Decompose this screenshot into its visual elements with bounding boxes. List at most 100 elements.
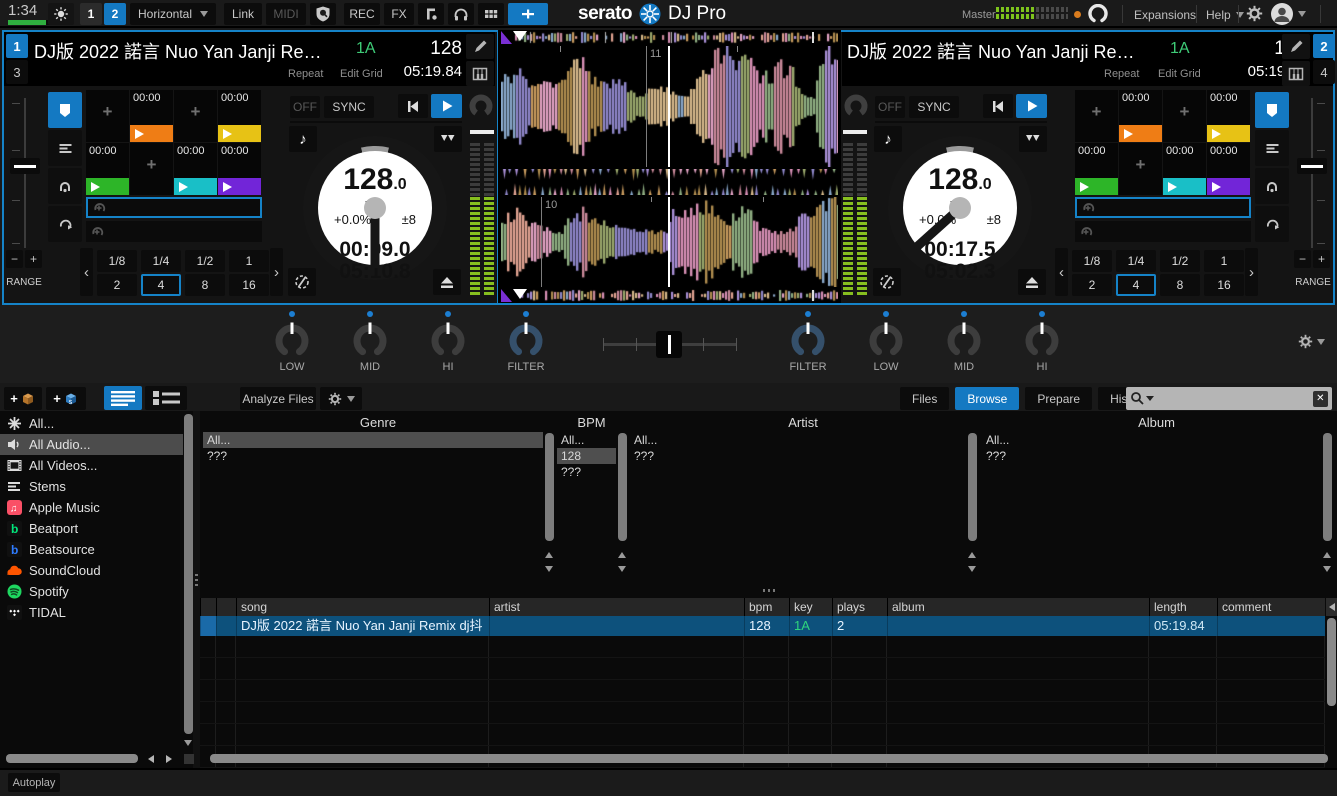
loop-size-8[interactable]: 8 [185,274,225,296]
browse-item[interactable]: All... [203,432,543,448]
browse-item[interactable]: 128 [557,448,616,464]
deck-2-keylock-button[interactable]: ♪ [874,126,902,152]
limiter-button[interactable] [1088,4,1108,29]
sidebar-splitter[interactable] [193,411,200,768]
fx-button[interactable]: FX [384,3,414,25]
loop-size-4[interactable]: 4 [1116,274,1156,296]
deck-1-range-plus[interactable]: + [25,250,42,268]
cue-slot[interactable]: 00:00 [1207,90,1250,142]
brightness-button[interactable] [48,3,74,25]
deck-2-number[interactable]: 2 [1313,34,1335,58]
scroll-left-arrow[interactable] [148,755,154,763]
browse-item[interactable]: ??? [630,448,966,464]
cue-slot-empty[interactable]: + [1119,143,1162,195]
loop-size-4[interactable]: 4 [141,274,181,296]
scroll-down-arrow[interactable] [545,566,553,572]
loop-size-2[interactable]: 2 [1072,274,1112,296]
deck-2-range-plus[interactable]: + [1313,250,1330,268]
sidebar-item-spotify[interactable]: Spotify [0,581,183,602]
loop-size-16[interactable]: 16 [1204,274,1244,296]
sidebar-item-tidal[interactable]: TIDAL [0,602,183,623]
loop-size-8[interactable]: 8 [1160,274,1200,296]
deck-2-edit-button[interactable] [1282,34,1310,59]
browse-item[interactable]: All... [982,432,1321,448]
deck-2-layer[interactable]: 4 [1313,60,1335,84]
cue-slot-empty[interactable]: + [130,143,173,195]
table-row[interactable]: DJ版 2022 諾言 Nuo Yan Janji Remix dj抖1281A… [200,616,1325,636]
deck-1-edit-button[interactable] [466,34,494,59]
layout-dropdown[interactable]: Horizontal [130,3,216,25]
deck-2-range-minus[interactable]: − [1294,250,1311,268]
filter-knob[interactable]: FILTER [504,311,548,373]
deck-2-sync-button[interactable]: SYNC [909,96,959,118]
cue-slot-empty[interactable]: + [174,90,217,142]
deck-1-overview-strip[interactable] [501,31,838,44]
sidebar-horizontal-scrollbar[interactable] [6,754,138,763]
filter-knob[interactable]: FILTER [786,311,830,373]
library-settings-menu[interactable] [320,387,362,410]
deck-2-overview-strip[interactable] [501,289,838,302]
deck-1-drop-button[interactable] [434,126,462,152]
table-header-comment[interactable]: comment [1217,598,1325,616]
link-button[interactable]: Link [224,3,262,25]
sidebar-item-beatport[interactable]: bBeatport [0,518,183,539]
cue-slot[interactable]: 00:00 [174,143,217,195]
reloop-tab[interactable] [48,206,82,242]
scroll-up-arrow[interactable] [545,552,553,558]
deck-1-censor-button[interactable] [288,268,316,296]
scroll-up-arrow[interactable] [618,552,626,558]
deck-1-volume-fader[interactable] [470,130,494,134]
mixer-settings-menu[interactable] [1298,334,1325,349]
table-header-bpm[interactable]: bpm [744,598,789,616]
deck-1-number[interactable]: 1 [6,34,28,58]
deck-select-2[interactable]: 2 [104,3,126,25]
loop-size-1-2[interactable]: 1/2 [1160,250,1200,272]
deck-2-play-button[interactable] [1016,94,1047,118]
table-empty-row[interactable] [200,724,1325,746]
reloop-tab[interactable] [1255,206,1289,242]
cue-slot[interactable]: 00:00 [130,90,173,142]
autoplay-button[interactable]: Autoplay [8,773,60,792]
deck-1-off-button[interactable]: OFF [290,96,320,118]
browse-item[interactable]: ??? [203,448,543,464]
deck-1-pitch-fader[interactable] [10,158,40,174]
analyze-files-button[interactable]: Analyze Files [240,387,316,410]
browse-item[interactable]: All... [630,432,966,448]
loop-size-16[interactable]: 16 [229,274,269,296]
add-smart-crate-button[interactable]: + s [46,387,86,410]
browse-col-header-bpm[interactable]: BPM [557,415,626,430]
loop-size-1-4[interactable]: 1/4 [1116,250,1156,272]
mid-knob[interactable]: MID [348,311,392,373]
hi-knob[interactable]: HI [1020,311,1064,373]
library-tab-browse[interactable]: Browse [955,387,1019,410]
loop-size-1-4[interactable]: 1/4 [141,250,181,272]
sidebar-scroll-down-arrow[interactable] [184,740,192,746]
deck-1-back-to-start-button[interactable] [398,94,428,118]
table-splitter-grip-dots[interactable] [763,589,777,592]
account-menu[interactable] [1270,2,1306,26]
table-empty-row[interactable] [200,702,1325,724]
cue-slot[interactable]: 00:00 [1075,143,1118,195]
cue-slot[interactable]: 00:00 [218,90,261,142]
cue-slot[interactable]: 00:00 [86,143,129,195]
table-header-plays[interactable]: plays [832,598,887,616]
view-album-list-button[interactable] [145,386,187,410]
browse-item[interactable]: ??? [982,448,1321,464]
pads-button[interactable] [478,3,504,25]
deck-1-repeat-toggle[interactable]: Repeat [288,68,323,80]
sidebar-item-stems[interactable]: Stems [0,476,183,497]
deck-1-keylock-button[interactable]: ♪ [289,126,317,152]
deck-2-pitch-fader[interactable] [1297,158,1327,174]
deck-1-sync-button[interactable]: SYNC [324,96,374,118]
deck-1-loop-prev[interactable]: ‹ [80,248,93,296]
expansions-button[interactable]: Expansions [1134,8,1196,22]
sidebar-item-all-audio[interactable]: All Audio... [0,434,183,455]
low-knob[interactable]: LOW [864,311,908,373]
table-column-scroll-left[interactable] [1326,598,1337,616]
table-empty-row[interactable] [200,636,1325,658]
deck-1-edit-grid-toggle[interactable]: Edit Grid [340,68,383,80]
browse-scrollbar[interactable] [545,433,554,541]
browse-col-header-genre[interactable]: Genre [203,415,553,430]
table-empty-row[interactable] [200,658,1325,680]
cue-slot[interactable]: 00:00 [218,143,261,195]
